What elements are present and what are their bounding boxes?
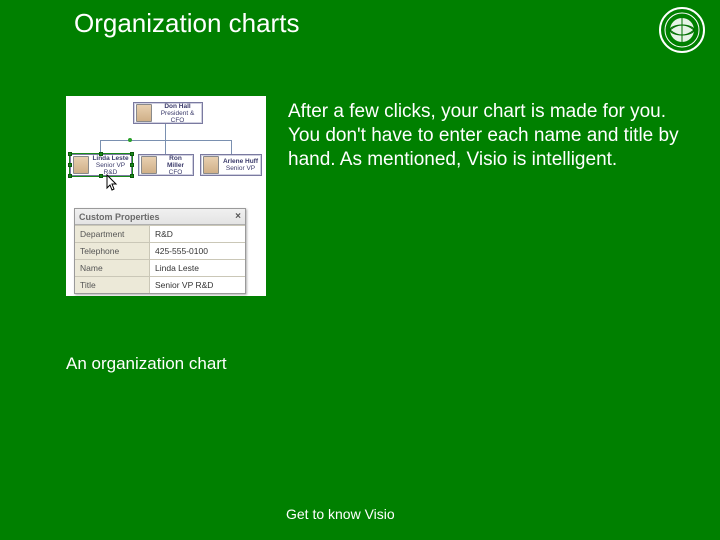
avatar-icon — [73, 156, 89, 174]
institute-logo — [658, 6, 706, 54]
panel-titlebar: Custom Properties × — [75, 209, 245, 225]
property-label: Telephone — [75, 243, 149, 259]
property-value[interactable]: Senior VP R&D — [149, 277, 245, 293]
orgchart-illustration: Don Hall President & CFO Linda Leste Sen… — [66, 96, 266, 296]
slide: Organization charts Don Hall President &… — [0, 0, 720, 540]
org-name: Don Hall — [155, 103, 200, 110]
property-row: Name Linda Leste — [75, 259, 245, 276]
property-label: Department — [75, 226, 149, 242]
property-row: Title Senior VP R&D — [75, 276, 245, 293]
avatar-icon — [136, 104, 152, 122]
org-title: President & CFO — [155, 110, 200, 124]
slide-footer: Get to know Visio — [286, 506, 395, 522]
cursor-icon — [106, 174, 120, 195]
org-title: CFO — [160, 169, 191, 176]
org-name: Linda Leste — [92, 155, 129, 162]
org-node: Arlene Huff Senior VP — [200, 154, 262, 176]
body-paragraph: After a few clicks, your chart is made f… — [288, 100, 688, 171]
property-label: Title — [75, 277, 149, 293]
slide-title: Organization charts — [74, 8, 299, 39]
avatar-icon — [141, 156, 157, 174]
property-row: Department R&D — [75, 225, 245, 242]
property-label: Name — [75, 260, 149, 276]
close-icon[interactable]: × — [235, 211, 241, 222]
custom-properties-panel: Custom Properties × Department R&D Telep… — [74, 208, 246, 294]
org-name: Ron Miller — [160, 155, 191, 169]
illustration-caption: An organization chart — [66, 354, 227, 374]
org-name: Arlene Huff — [222, 158, 259, 165]
org-title: Senior VP — [222, 165, 259, 172]
org-node-ceo: Don Hall President & CFO — [133, 102, 203, 124]
avatar-icon — [203, 156, 219, 174]
property-value[interactable]: 425-555-0100 — [149, 243, 245, 259]
property-row: Telephone 425-555-0100 — [75, 242, 245, 259]
property-value[interactable]: Linda Leste — [149, 260, 245, 276]
org-node-selected[interactable]: Linda Leste Senior VP R&D — [70, 154, 132, 176]
panel-title: Custom Properties — [79, 212, 160, 222]
org-title: Senior VP R&D — [92, 162, 129, 176]
property-value[interactable]: R&D — [149, 226, 245, 242]
org-node: Ron Miller CFO — [138, 154, 194, 176]
